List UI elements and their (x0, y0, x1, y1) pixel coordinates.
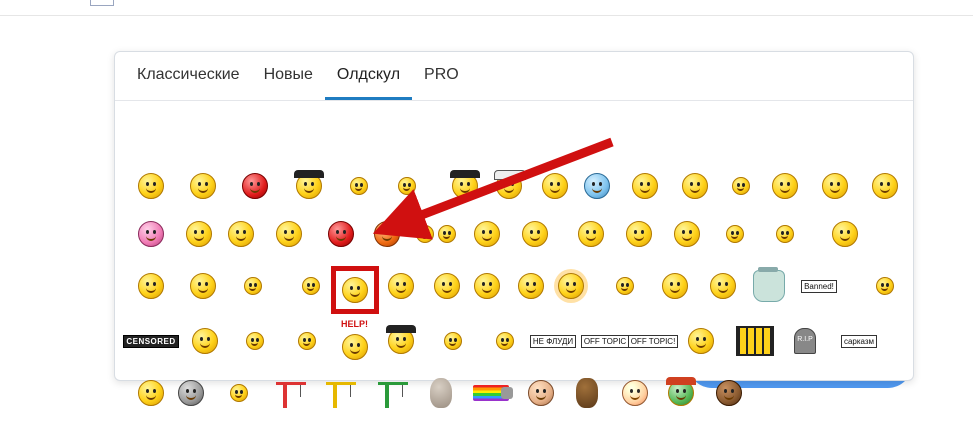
smiley-top-hat[interactable] (445, 166, 485, 206)
smiley-grin[interactable] (179, 214, 219, 254)
smiley-dr-evil[interactable] (615, 373, 655, 413)
smiley-frog-ride[interactable] (535, 166, 575, 206)
smiley-wall[interactable] (765, 214, 805, 254)
smiley-bear[interactable] (567, 373, 607, 413)
smiley-hiding[interactable] (269, 214, 309, 254)
smiley-captain[interactable] (489, 166, 529, 206)
smiley-off-topic-2[interactable]: OFF TOPIC! (627, 321, 679, 361)
nyan-cat-icon (473, 385, 513, 401)
smiley-wink-small[interactable] (865, 266, 905, 306)
smiley-shrug[interactable] (467, 214, 507, 254)
smiley-dizzy[interactable] (185, 321, 225, 361)
crane-red-icon (274, 378, 308, 408)
smiley-glasses[interactable] (667, 214, 707, 254)
smiley-gun[interactable] (571, 214, 611, 254)
help-label: HELP! (341, 319, 368, 329)
smiley-hands-up[interactable] (825, 214, 865, 254)
smiley-picker-panel: Классические Новые Олдскул PRO Banned! C… (114, 51, 914, 408)
smiley-scream[interactable] (131, 373, 171, 413)
censored-label: CENSORED (123, 334, 179, 348)
smiley-tiny-wave[interactable] (339, 166, 379, 206)
smiley-mad[interactable] (619, 214, 659, 254)
smiley-orange[interactable] (367, 214, 407, 254)
smiley-pink-bows[interactable] (131, 214, 171, 254)
smiley-help[interactable]: HELP! (335, 319, 375, 361)
smiley-off-topic[interactable]: OFF TOPIC (580, 321, 630, 361)
smiley-stewie[interactable] (521, 373, 561, 413)
smiley-banned-sign[interactable]: Banned! (799, 266, 839, 306)
smiley-lying[interactable] (865, 166, 905, 206)
smiley-purple-eye[interactable] (655, 266, 695, 306)
smiley-cheeks[interactable] (183, 166, 223, 206)
smiley-tiny-2[interactable] (427, 214, 467, 254)
smiley-whisper[interactable] (233, 266, 273, 306)
smiley-wonder[interactable] (515, 214, 555, 254)
jail-cage-icon (736, 326, 774, 356)
smiley-mustache-hat[interactable] (289, 166, 329, 206)
smiley-red-boxer[interactable] (321, 214, 361, 254)
smiley-laugh[interactable] (815, 166, 855, 206)
smiley-angry-red[interactable] (235, 166, 275, 206)
tab-pro[interactable]: PRO (412, 66, 471, 100)
smiley-binoculars[interactable] (235, 321, 275, 361)
ne-fludi-label: НЕ ФЛУДИ (529, 334, 577, 348)
smiley-bald-head[interactable] (421, 373, 461, 413)
banned-label: Banned! (801, 279, 837, 293)
smiley-thumbs-up-man[interactable] (709, 373, 749, 413)
smiley-blue-cap[interactable] (577, 166, 617, 206)
smiley-ne-fludi[interactable]: НЕ ФЛУДИ (529, 321, 577, 361)
smiley-tiny-3[interactable] (287, 321, 327, 361)
smiley-sad[interactable] (765, 166, 805, 206)
smiley-fangs[interactable] (675, 166, 715, 206)
top-divider (0, 15, 973, 16)
smiley-peek-side[interactable] (291, 266, 331, 306)
bald-head-icon (430, 378, 452, 408)
smiley-kiss[interactable] (381, 266, 421, 306)
off-topic-label: OFF TOPIC (580, 334, 630, 348)
smiley-tabs: Классические Новые Олдскул PRO (115, 52, 913, 101)
top-edge-tab (90, 0, 114, 6)
smiley-sleep-pillow[interactable] (605, 266, 645, 306)
smiley-thinking[interactable] (221, 214, 261, 254)
tab-classic[interactable]: Классические (125, 66, 252, 100)
crane-green-icon (376, 378, 410, 408)
jar-icon (753, 267, 785, 302)
tower-crane-green[interactable] (373, 373, 413, 413)
smiley-shocked[interactable] (131, 166, 171, 206)
tab-oldschool[interactable]: Олдскул (324, 66, 413, 100)
off-topic-2-label: OFF TOPIC! (627, 334, 679, 348)
smiley-nyan[interactable] (471, 373, 513, 413)
smiley-sun-cool[interactable] (551, 266, 591, 306)
tab-new[interactable]: Новые (252, 66, 325, 100)
smiley-pointing[interactable] (721, 166, 761, 206)
smiley-sarcasm[interactable]: сарказм (839, 321, 879, 361)
smiley-weightlift[interactable] (183, 266, 223, 306)
smiley-reading[interactable] (681, 321, 721, 361)
smiley-jar[interactable] (749, 266, 789, 306)
smiley-crying[interactable] (703, 266, 743, 306)
crane-yellow-icon (324, 378, 358, 408)
sarcasm-label: сарказм (840, 334, 878, 348)
smiley-sombrero[interactable] (661, 373, 701, 413)
smiley-rip[interactable]: R.I.P (785, 321, 825, 361)
smiley-teeth[interactable] (511, 266, 551, 306)
smiley-eyes-peek[interactable] (387, 166, 427, 206)
smiley-stare[interactable] (715, 214, 755, 254)
tombstone-icon: R.I.P (794, 328, 816, 354)
tower-crane-yellow[interactable] (321, 373, 361, 413)
smiley-police[interactable] (381, 321, 421, 361)
smiley-tiny-4[interactable] (485, 321, 525, 361)
smiley-jail[interactable] (735, 321, 775, 361)
tower-crane-red[interactable] (271, 373, 311, 413)
smiley-censored[interactable]: CENSORED (123, 321, 179, 361)
smiley-drinking[interactable] (131, 266, 171, 306)
bear-icon (576, 378, 598, 408)
smiley-calm[interactable] (467, 266, 507, 306)
smiley-cowboy-gun[interactable] (433, 321, 473, 361)
smiley-big-eyes[interactable] (427, 266, 467, 306)
smiley-pink-flag[interactable] (625, 166, 665, 206)
smiley-highlighted-angry-glasses[interactable] (331, 266, 379, 314)
smiley-reaper[interactable] (171, 373, 211, 413)
smiley-slingshot[interactable] (219, 373, 259, 413)
